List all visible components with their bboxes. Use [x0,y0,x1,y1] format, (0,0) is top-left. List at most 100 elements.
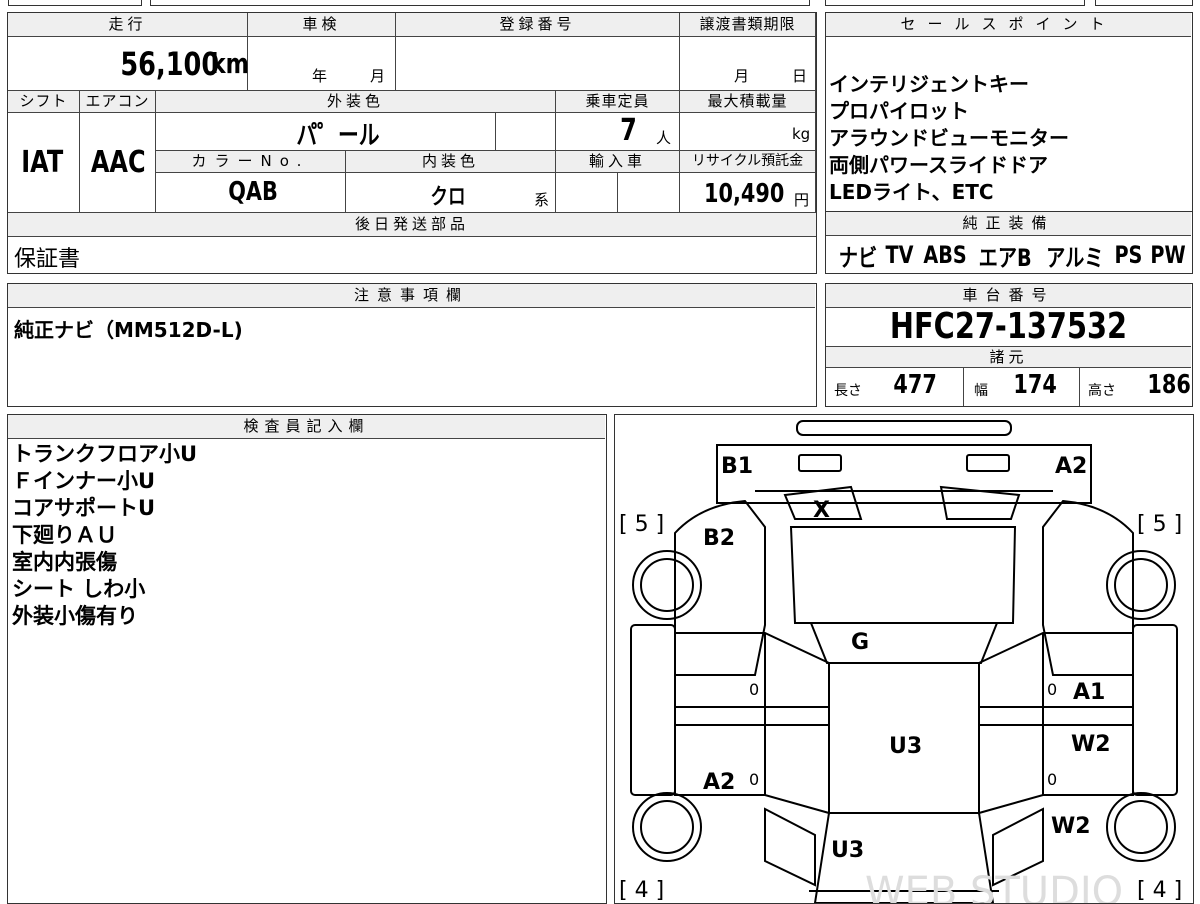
sales-point-item: アラウンドビューモニター [829,126,1069,150]
shift-header: シフト [8,91,80,113]
top-strip [0,0,1200,8]
sales-points-panel: セールスポイント インテリジェントキー プロパイロットアラウンドビューモニター 両側… [825,12,1193,212]
notes-header: 注意事項欄 [8,284,815,308]
ac-value: AAC [90,145,146,180]
width-value: 174 [1013,370,1057,400]
length-label: 長さ [834,383,862,399]
damage-mark: B2 [703,526,735,551]
tire-tread-value: [ 5 ] [619,512,664,537]
max-load-unit: kg [792,125,811,143]
inspector-line: シート しわ小 [12,577,146,601]
sales-point-item: LEDライト、ETC [829,180,994,204]
inspection-header: 車検 [248,13,396,37]
recycle-header: リサイクル預託金 [680,151,816,173]
sales-points-header: セールスポイント [826,13,1191,37]
specs-header: 諸元 [826,346,1191,368]
color-no-cell: QAB [156,173,346,213]
equipment-item: エアB [978,243,1032,272]
notes-value: 純正ナビ（MM512D-L) [14,318,243,342]
panel-zero-value: 0 [1047,680,1057,699]
equipment-list: ナビ TV ABS エアB アルミ PS PW [834,238,1190,272]
equipment-item: PW [1150,241,1186,269]
recycle-unit: 円 [794,191,810,209]
equipment-item: アルミ [1045,243,1104,272]
inspection-month-unit: 月 [370,67,386,85]
inspector-line: トランクフロア小U [12,442,198,466]
interior-color-suffix: 系 [534,191,550,209]
tire-tread-value: [ 4 ] [1137,878,1182,903]
registration-cell [396,37,680,91]
chassis-value: HFC27-137532 [889,306,1128,347]
registration-header: 登録番号 [396,13,680,37]
transfer-deadline-header: 譲渡書類期限 [680,13,816,37]
equipment-item: PS [1114,241,1143,269]
damage-mark: A2 [703,770,735,795]
capacity-header: 乗車定員 [556,91,680,113]
shift-value: IAT [21,145,64,180]
panel-zero-value: 0 [1047,770,1057,789]
inspector-line: 下廻りＡＵ [12,523,117,547]
chassis-header: 車台番号 [826,284,1191,308]
equipment-item: ABS [922,241,967,269]
equipment-item: TV [885,241,914,269]
inspector-lines: トランクフロア小U Ｆインナー小U コアサポートU 下廻りＡＵ 室内内張傷シート しわ小… [12,441,197,630]
tire-tread-value: [ 4 ] [619,878,664,903]
watermark-text: WEB STUDIO [865,869,1123,903]
vehicle-info-table: 走行 車検 登録番号 譲渡書類期限 56,100 km 年 月 月 日 シフト … [7,12,817,274]
mileage-header: 走行 [8,13,248,37]
interior-color-header: 内装色 [346,151,556,173]
equipment-item: ナビ [838,243,878,272]
ac-cell: AAC [80,113,156,213]
tire-tread-value: [ 5 ] [1137,512,1182,537]
inspector-line: コアサポートU [12,496,156,520]
inspector-header: 検査員記入欄 [8,415,605,439]
color-no-header: カラーNo. [156,151,346,173]
damage-mark: A1 [1073,680,1105,705]
color-no-value: QAB [228,177,278,207]
damage-diagram-panel: WEB STUDIO B1 A2 X B2 G A1 W2 U3 A2 W2 U3 [ 5 ] [ 5 … [614,414,1194,904]
damage-mark: U3 [889,734,922,759]
height-value: 186 [1147,370,1191,400]
height-label: 高さ [1088,383,1116,399]
specs-row: 長さ 477 幅 174 高さ 186 [826,368,1191,406]
damage-mark: B1 [721,454,753,479]
inspector-line: 外装小傷有り [12,604,138,628]
sales-point-item: 両側パワースライドドア [829,153,1048,177]
interior-color-value: クロ [430,185,466,210]
equipment-panel: 純正装備 ナビ TV ABS エアB アルミ PS PW [825,212,1193,274]
exterior-color-extra [496,113,556,151]
capacity-unit: 人 [656,129,672,147]
inspector-line: Ｆインナー小U [12,469,156,493]
sales-points-list: インテリジェントキー プロパイロットアラウンドビューモニター 両側パワースライドドア… [829,71,1069,206]
mileage-unit: km [210,47,250,80]
panel-zero-value: 0 [749,770,759,789]
transfer-month-unit: 月 [734,67,750,85]
capacity-cell: 7 人 [556,113,680,151]
panel-zero-value: 0 [749,680,759,699]
import-cell-b [618,173,680,213]
inspection-year-unit: 年 [312,67,328,85]
damage-mark: W2 [1051,814,1091,839]
exterior-color-cell: パ゜ール [156,113,496,151]
length-value: 477 [893,370,937,400]
inspector-line: 室内内張傷 [12,550,117,574]
exterior-color-header: 外装色 [156,91,556,113]
recycle-value: 10,490 [704,179,785,209]
inspection-cell: 年 月 [248,37,396,91]
damage-mark: W2 [1071,732,1111,757]
later-parts-value: 保証書 [14,247,81,272]
width-label: 幅 [974,383,988,399]
equipment-header: 純正装備 [826,212,1191,236]
ac-header: エアコン [80,91,156,113]
damage-mark: U3 [831,838,864,863]
mileage-cell: 56,100 km [8,37,250,91]
max-load-cell: kg [680,113,816,151]
import-cell-a [556,173,618,213]
damage-mark: G [851,630,869,655]
notes-panel: 注意事項欄 純正ナビ（MM512D-L) [7,283,817,407]
mileage-value: 56,100 [120,45,220,83]
max-load-header: 最大積載量 [680,91,816,113]
interior-color-cell: クロ 系 [346,173,556,213]
sales-point-item: インテリジェントキー [829,72,1029,96]
sales-point-item: プロパイロット [829,99,969,123]
